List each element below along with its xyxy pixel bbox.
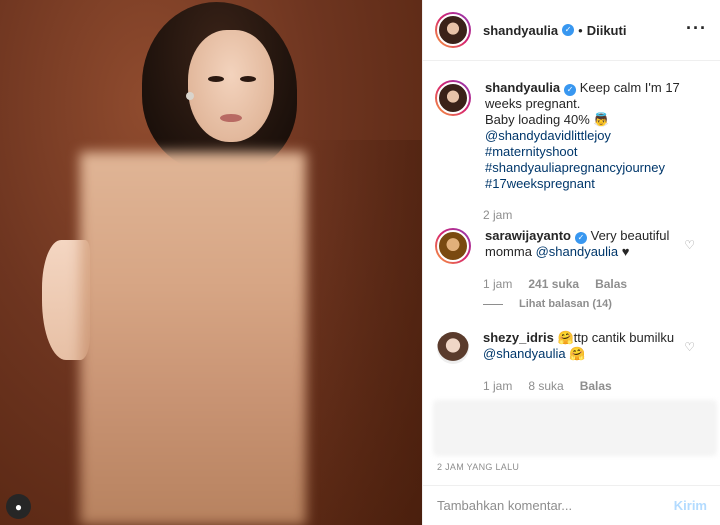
ellipsis-icon[interactable]: ··· [686, 18, 707, 39]
comment-input[interactable] [437, 498, 666, 513]
caption: shandyaulia ✓ Keep calm I'm 17 weeks preg… [435, 80, 685, 192]
caption-meta: 2 jam [483, 208, 512, 222]
comment-text: sarawijayanto ✓ Very beautiful momma @sha… [485, 228, 685, 264]
comment-body: 🤗ttp cantik bumilku [557, 330, 675, 345]
face-shape [188, 30, 274, 142]
verified-badge-icon: ✓ [575, 232, 587, 244]
post-image[interactable]: ● [0, 0, 422, 525]
caption-username[interactable]: shandyaulia [485, 80, 560, 95]
comment-meta: 1 jam 241 suka Balas [483, 277, 627, 291]
commenter-avatar[interactable] [437, 332, 469, 364]
comment-likes[interactable]: 8 suka [528, 379, 563, 393]
verified-badge-icon: ✓ [564, 84, 577, 96]
blurred-action-bar [433, 400, 717, 456]
like-heart-icon[interactable]: ♡ [684, 238, 695, 252]
commenter-username[interactable]: shezy_idris [483, 330, 554, 345]
caption-line2: Baby loading 40% 👼 [485, 112, 610, 127]
hashtag-link[interactable]: #shandyauliapregnancyjourney [485, 160, 665, 175]
comment-item: sarawijayanto ✓ Very beautiful momma @sha… [435, 228, 685, 264]
lips [220, 114, 242, 122]
comments-list[interactable]: shandyaulia ✓ Keep calm I'm 17 weeks preg… [423, 62, 720, 450]
eye-right [240, 76, 256, 82]
user-tag-icon[interactable]: ● [6, 494, 31, 519]
caption-mention[interactable]: @shandydavidlittlejoy [485, 128, 611, 143]
caption-avatar[interactable] [435, 80, 471, 116]
replies-line [483, 303, 503, 305]
comment-mention[interactable]: @shandyaulia [483, 346, 566, 361]
commenter-avatar[interactable] [435, 228, 471, 264]
comment-meta: 1 jam 8 suka Balas [483, 379, 612, 393]
author-avatar[interactable] [435, 12, 471, 48]
caption-time[interactable]: 2 jam [483, 208, 512, 222]
comment-mention[interactable]: @shandyaulia [536, 244, 619, 259]
eye-left [208, 76, 224, 82]
separator-dot: • [578, 22, 583, 38]
hashtag-link[interactable]: #maternityshoot [485, 144, 578, 159]
post-timestamp: 2 JAM YANG LALU [437, 462, 520, 472]
like-heart-icon[interactable]: ♡ [684, 340, 695, 354]
comment-suffix: ♥ [618, 244, 630, 259]
add-comment-bar: Kirim [423, 485, 720, 525]
comment-item: shezy_idris 🤗ttp cantik bumilku @shandya… [435, 330, 683, 366]
hashtag-link[interactable]: #17weekspregnant [485, 176, 595, 191]
reply-button[interactable]: Balas [595, 277, 627, 291]
comment-text: shezy_idris 🤗ttp cantik bumilku @shandya… [483, 330, 683, 366]
view-replies-button[interactable]: Lihat balasan (14) [483, 298, 612, 310]
post-side-panel: shandyaulia ✓ • Diikuti ··· shandyaulia ✓… [422, 0, 720, 525]
censor-blur-region [80, 152, 306, 525]
comment-time[interactable]: 1 jam [483, 277, 512, 291]
comment-time[interactable]: 1 jam [483, 379, 512, 393]
comment-suffix: 🤗 [565, 346, 586, 361]
reply-button[interactable]: Balas [580, 379, 612, 393]
post-header: shandyaulia ✓ • Diikuti ··· [423, 0, 720, 61]
comment-likes[interactable]: 241 suka [528, 277, 579, 291]
earring [186, 92, 194, 100]
caption-text: shandyaulia ✓ Keep calm I'm 17 weeks preg… [485, 80, 685, 192]
verified-badge-icon: ✓ [562, 24, 575, 36]
author-username[interactable]: shandyaulia [483, 23, 558, 38]
commenter-username[interactable]: sarawijayanto [485, 228, 571, 243]
follow-status-button[interactable]: Diikuti [587, 23, 627, 38]
post-comment-button[interactable]: Kirim [674, 498, 707, 513]
view-replies-label[interactable]: Lihat balasan (14) [519, 298, 612, 310]
shadow-overlay [300, 140, 422, 525]
